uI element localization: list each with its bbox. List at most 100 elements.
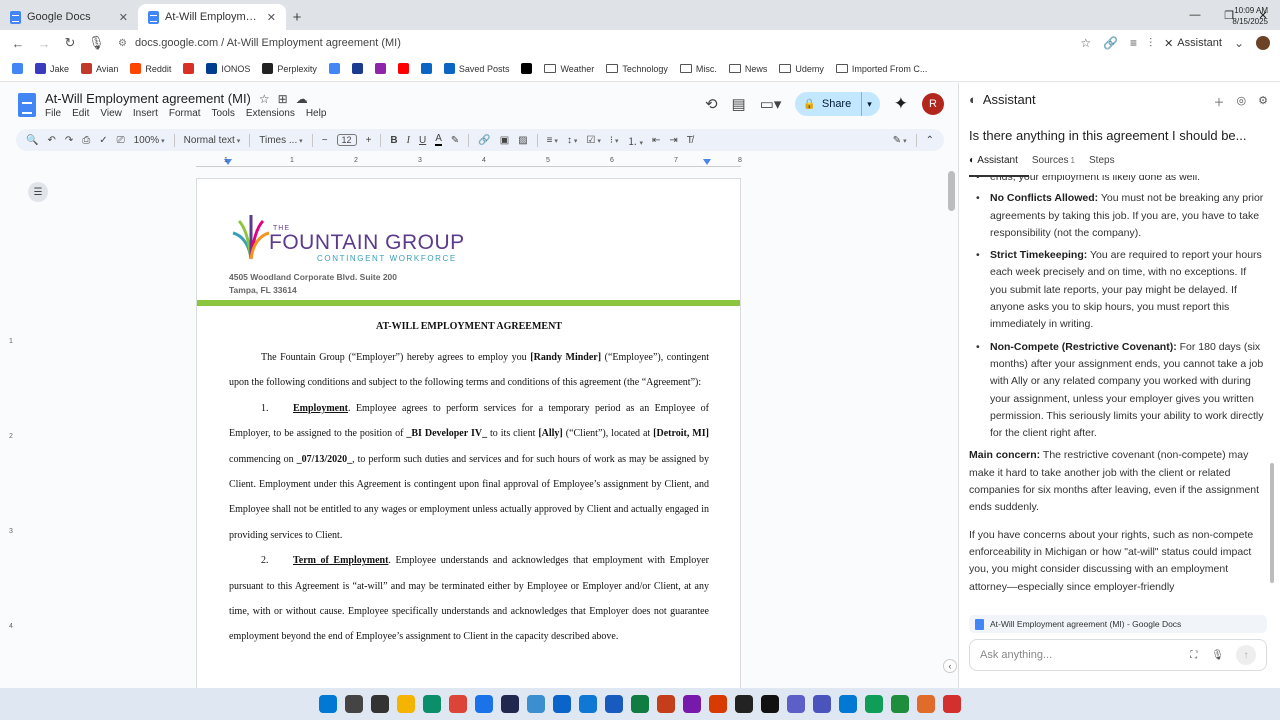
numbered-list-icon[interactable]: ⒈ [628,133,643,148]
reload-icon[interactable]: ↻ [62,35,78,51]
chrome-icon[interactable] [449,695,467,713]
app-icon[interactable] [475,695,493,713]
text-color-button[interactable]: A [435,134,442,146]
bookmark-item[interactable] [328,63,340,74]
microphone-icon[interactable]: 🎙 [88,35,105,51]
bookmark-item[interactable] [183,63,195,74]
hide-menus-icon[interactable]: ⌃ [926,135,934,146]
send-icon[interactable]: ↑ [1236,645,1256,665]
audio-icon[interactable]: ⫶ [1149,36,1152,51]
assistant-toggle-button[interactable]: ✕ Assistant [1164,37,1222,50]
assistant-scrollbar[interactable] [1270,463,1274,583]
browser-tab-agreement[interactable]: At-Will Employment agreeme ✕ [138,4,286,30]
browser-tab-google-docs[interactable]: Google Docs ✕ [0,4,138,30]
bulleted-list-icon[interactable]: ⁝ [610,135,619,146]
app-icon[interactable] [943,695,961,713]
insert-image-icon[interactable]: ▨ [518,135,527,146]
gemini-icon[interactable]: ✦ [894,94,908,114]
move-folder-icon[interactable]: ⊞ [278,92,288,106]
start-icon[interactable] [319,695,337,713]
bookmark-item[interactable] [420,63,432,74]
task-view-icon[interactable] [371,695,389,713]
style-select[interactable]: Normal text [184,135,241,146]
paint-format-icon[interactable]: ⎚ [117,135,125,146]
doc-title[interactable]: At-Will Employment agreement (MI) [45,91,251,106]
profile-avatar[interactable] [1256,36,1270,50]
undo-icon[interactable]: ↶ [47,135,55,146]
history-icon[interactable]: ◎ [1237,94,1247,110]
document-scrollbar[interactable] [948,171,955,211]
menu-file[interactable]: File [45,108,61,119]
bookmark-item[interactable]: Saved Posts [443,63,509,74]
tab-assistant[interactable]: ◐ Assistant [969,155,1018,166]
highlight-color-icon[interactable]: ✎ [451,135,459,146]
new-chat-icon[interactable]: ＋ [1214,94,1225,110]
minimize-icon[interactable]: — [1178,0,1212,30]
underline-button[interactable]: U [419,135,426,146]
bookmark-item[interactable]: News [728,64,767,74]
editing-mode-icon[interactable]: ✎ [893,135,907,146]
italic-button[interactable]: I [407,135,410,146]
app-icon[interactable] [787,695,805,713]
spellcheck-icon[interactable]: ✓ [99,135,107,146]
tab-sources[interactable]: Sources 1 [1032,155,1075,166]
clear-formatting-icon[interactable]: T̸ [687,135,693,146]
bookmark-item[interactable]: Misc. [679,64,717,74]
bookmark-item[interactable]: Technology [606,64,668,74]
menu-extensions[interactable]: Extensions [246,108,295,119]
search-menus-icon[interactable]: 🔍 [26,135,38,146]
align-icon[interactable]: ≡ [547,135,558,146]
decrease-font-size-button[interactable]: − [322,135,328,146]
redo-icon[interactable]: ↷ [65,135,73,146]
file-explorer-icon[interactable] [397,695,415,713]
menu-tools[interactable]: Tools [212,108,235,119]
settings-icon[interactable]: ⚙ [1258,94,1268,110]
outlook-icon[interactable] [579,695,597,713]
chevron-down-icon[interactable]: ⌄ [1234,36,1244,50]
edge-icon[interactable] [423,695,441,713]
bookmark-item[interactable]: Imported From C... [835,64,927,74]
app-icon[interactable] [917,695,935,713]
font-size-input[interactable]: 12 [336,134,357,146]
zoom-select[interactable]: 100% [134,135,165,146]
checklist-icon[interactable]: ☑ [586,135,600,146]
collapse-panel-icon[interactable]: ‹ [943,659,957,673]
bookmark-star-icon[interactable]: ☆ [1080,36,1091,50]
insert-link-icon[interactable]: 🔗 [478,135,490,146]
add-comment-icon[interactable]: ▣ [500,135,509,146]
increase-indent-icon[interactable]: ⇥ [669,135,677,146]
meet-icon[interactable]: ▭▾ [760,95,782,113]
bookmark-item[interactable]: Weather [544,64,594,74]
menu-format[interactable]: Format [169,108,201,119]
bookmark-item[interactable] [351,63,363,74]
app-icon[interactable] [865,695,883,713]
right-indent-marker[interactable] [703,159,711,165]
url-field[interactable]: ⚙ docs.google.com / At-Will Employment a… [114,37,1070,49]
bookmark-item[interactable]: IONOS [206,63,250,74]
cloud-saved-icon[interactable]: ☁ [296,92,308,106]
app-icon[interactable] [501,695,519,713]
site-info-icon[interactable]: ⚙ [118,38,127,49]
app-icon[interactable] [839,695,857,713]
bookmark-item[interactable] [374,63,386,74]
system-clock[interactable]: 10:09 AM 8/15/2025 [1232,5,1268,27]
app-icon[interactable] [709,695,727,713]
comments-icon[interactable]: ▤ [732,95,746,113]
close-tab-icon[interactable]: ✕ [267,11,276,24]
bold-button[interactable]: B [390,135,397,146]
excel-icon[interactable] [631,695,649,713]
forward-icon[interactable]: → [36,36,52,51]
decrease-indent-icon[interactable]: ⇤ [652,135,660,146]
document-page[interactable]: THE FOUNTAIN GROUP CONTINGENT WORKFORCE … [196,178,741,693]
ask-input[interactable]: Ask anything... ⛶ 🎙 ↑ [969,639,1267,671]
powerpoint-icon[interactable] [657,695,675,713]
close-tab-icon[interactable]: ✕ [119,11,128,24]
menu-help[interactable]: Help [306,108,327,119]
search-icon[interactable] [345,695,363,713]
bookmark-item[interactable]: Udemy [779,64,824,74]
menu-insert[interactable]: Insert [133,108,158,119]
bookmark-item[interactable] [521,63,533,74]
document-outline-button[interactable]: ☰ [28,182,48,202]
increase-font-size-button[interactable]: + [366,135,372,146]
context-chip[interactable]: At-Will Employment agreement (MI) - Goog… [969,615,1267,633]
